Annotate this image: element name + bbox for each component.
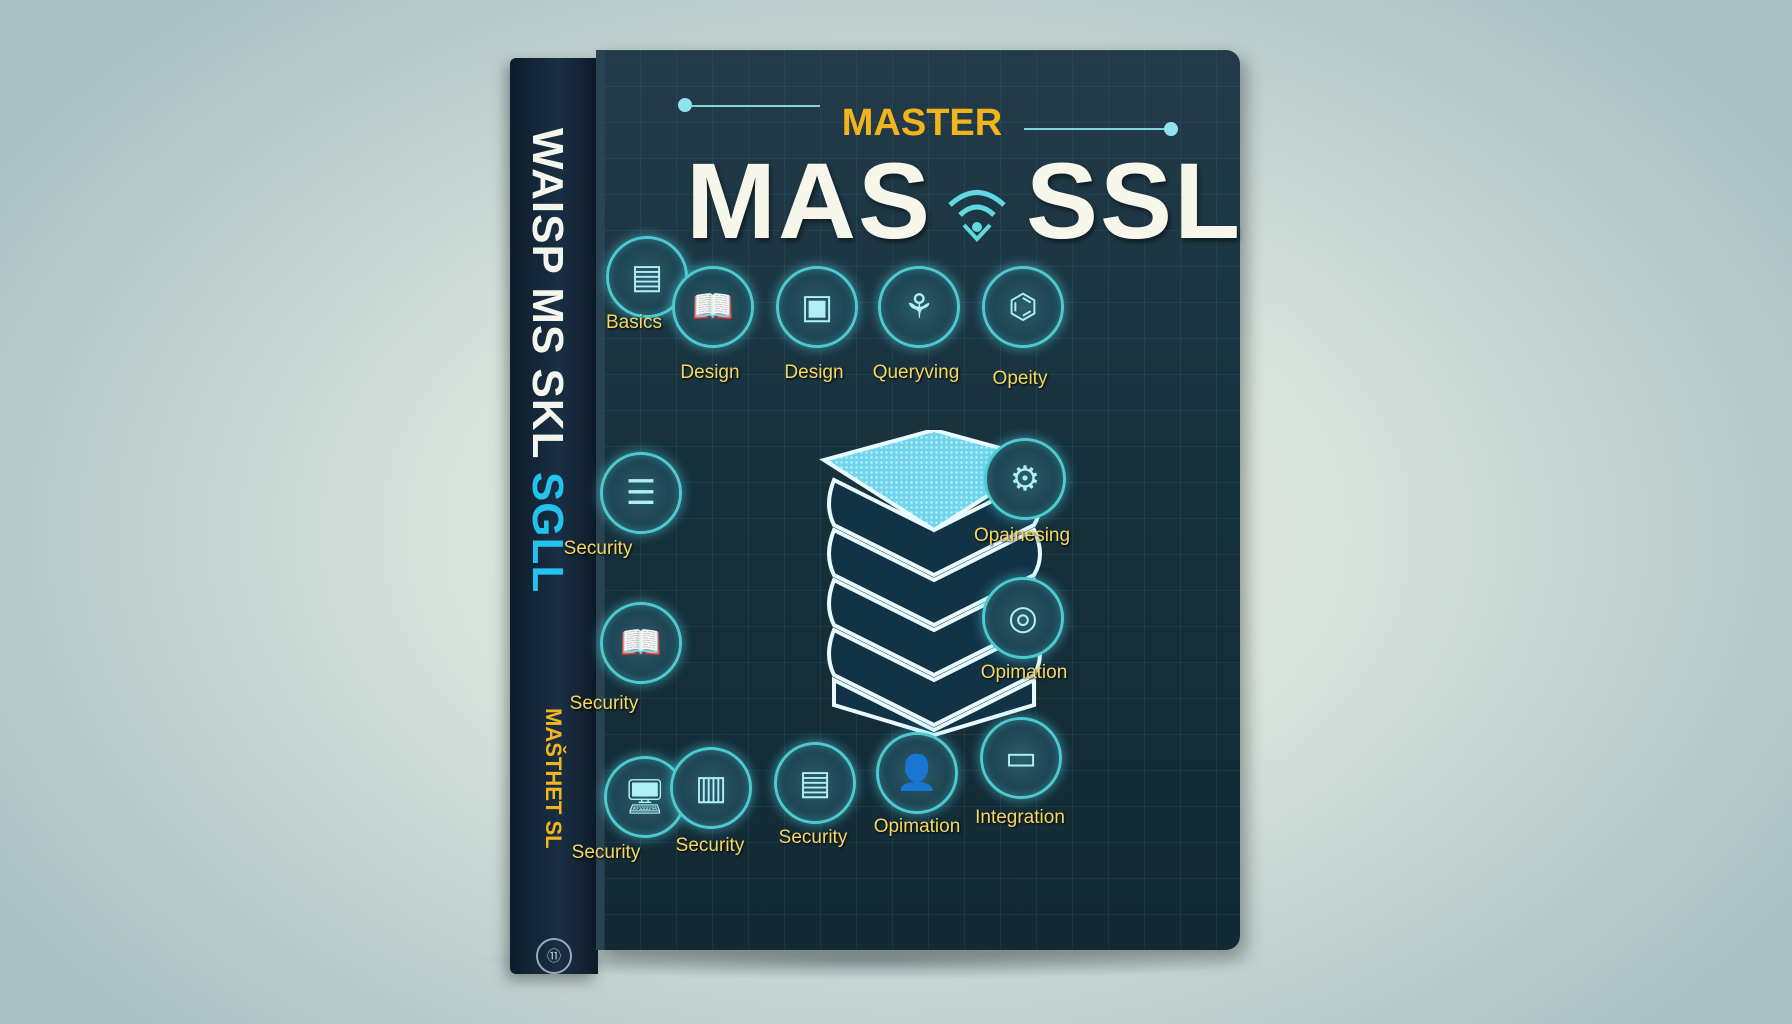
topic-node-integration: ▭	[980, 717, 1062, 799]
topic-node-security-4: ▥	[670, 747, 752, 829]
open-book-icon: 📖	[691, 288, 735, 326]
network-icon: ⚘	[903, 288, 935, 326]
open-book-icon: 📖	[619, 624, 663, 662]
topic-label: Opimation	[980, 662, 1068, 683]
topic-label: Security	[778, 827, 848, 848]
spine-title: WAISP MS SKL SGLL	[522, 128, 572, 593]
topic-label: Security	[563, 538, 633, 559]
topic-label: Security	[569, 693, 639, 714]
monitor-document-icon: ▣	[800, 288, 834, 326]
spine-title-white: WAISP MS SKL	[523, 128, 572, 472]
document-icon: ▤	[798, 764, 832, 802]
topic-label: Opimation	[873, 816, 961, 837]
spine-title-cyan: SGLL	[523, 471, 572, 594]
topic-node-security-5: ▤	[774, 742, 856, 824]
topic-label: Basics	[606, 312, 662, 333]
cover-title-left: MAS	[686, 140, 932, 261]
workflow-icon: ⚙	[1009, 460, 1041, 498]
spine-subtitle: MAŠTHET SL	[541, 708, 566, 849]
topic-label: Opeity	[992, 368, 1048, 389]
topic-node-design-2: ▣	[776, 266, 858, 348]
wifi-icon	[948, 190, 1006, 242]
topic-node-opainesing: ⚙	[984, 438, 1066, 520]
cover-title-right: SSL	[1026, 140, 1243, 261]
book-front-cover: MASTER MAS SSL ▤ Basics 📖 Design ▣ Desig…	[564, 50, 1243, 950]
document-icon: ▤	[630, 258, 664, 296]
pages-icon: ▥	[694, 769, 728, 807]
topic-node-querying: ⚘	[878, 266, 960, 348]
topic-node-opimation-2: 👤	[876, 732, 958, 814]
topic-node-opimation: ◎	[982, 577, 1064, 659]
topic-label: Queryving	[872, 362, 960, 383]
topic-node-security-2: 📖	[600, 602, 682, 684]
table-icon: ☰	[625, 474, 657, 512]
graph-icon: ⌬	[1008, 288, 1038, 326]
users-icon: 👤	[895, 754, 939, 792]
book-spine: WAISP MS SKL SGLL MAŠTHET SL ⑪	[510, 58, 598, 974]
monitor-icon: 🖥	[623, 778, 667, 816]
topic-label: Design	[680, 362, 740, 383]
topic-label: Security	[571, 842, 641, 863]
publisher-logo: ⑪	[536, 938, 572, 974]
topic-node-security: ☰	[600, 452, 682, 534]
topic-node-opeity: ⌬	[982, 266, 1064, 348]
topic-label: Security	[675, 835, 745, 856]
target-icon: ◎	[1008, 599, 1038, 637]
topic-label: Integration	[975, 807, 1065, 828]
topic-label: Opainesing	[973, 525, 1071, 546]
screen-icon: ▭	[1004, 739, 1038, 777]
topic-label: Design	[784, 362, 844, 383]
topic-node-design: 📖	[672, 266, 754, 348]
